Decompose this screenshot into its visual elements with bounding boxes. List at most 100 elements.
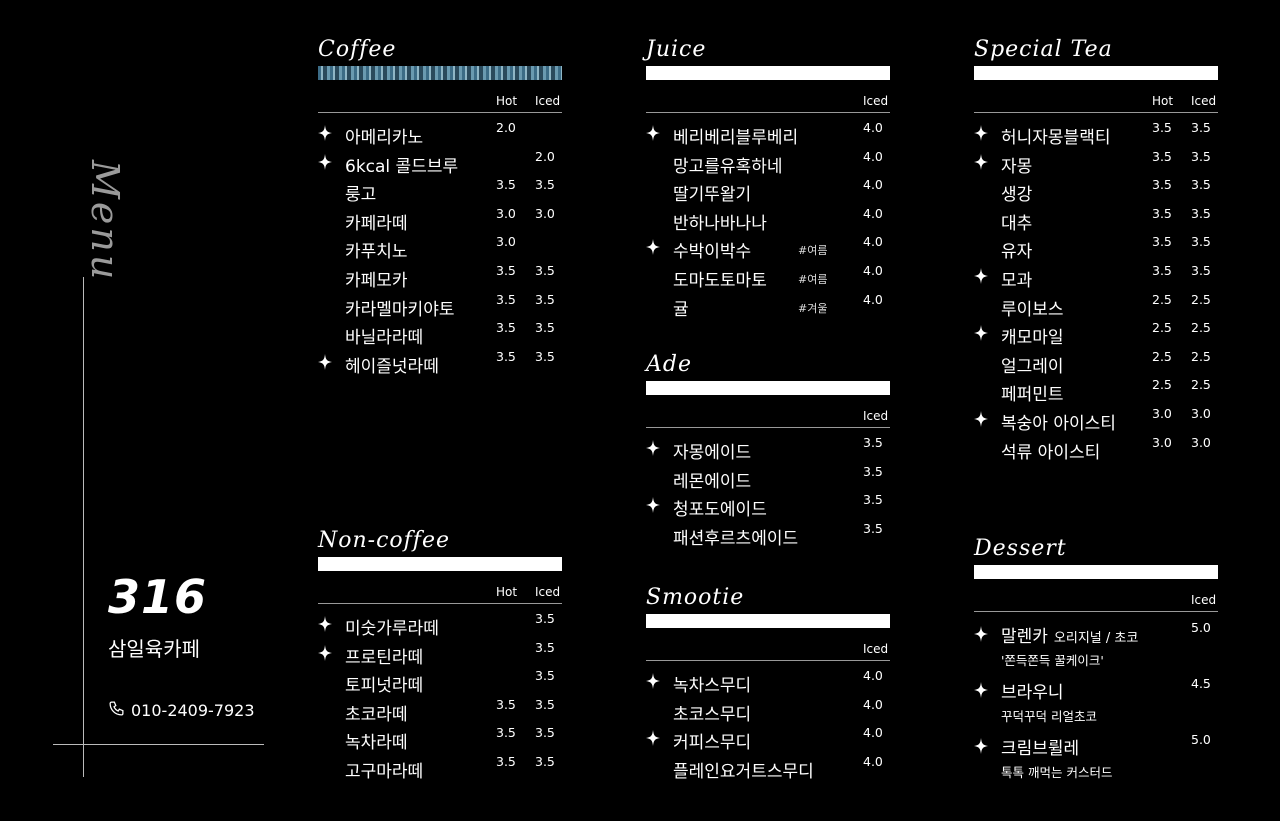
dessert-item-row: 크림브륄레 톡톡 깨먹는 커스터드 5.0 <box>974 732 1218 788</box>
section-coffee: Coffee Hot Iced 아메리카노 2.0 6kcal 콜드브루 2.0 룽고 3… <box>318 36 562 378</box>
hot-price: 3.0 <box>496 234 516 250</box>
item-name: 아메리카노 <box>345 128 424 148</box>
brand-number: 316 <box>108 570 208 624</box>
hot-price: 3.5 <box>496 291 516 307</box>
item-tag: #여름 <box>798 244 828 258</box>
iced-header: Iced <box>863 94 889 108</box>
item-list: 녹차스무디 4.0 초코스무디 4.0 커피스무디 4.0 플레인요거트스무디 4.0 <box>646 668 890 783</box>
iced-price: 3.5 <box>863 435 883 450</box>
hot-price: 3.5 <box>496 753 516 769</box>
column-header: Iced <box>646 628 890 661</box>
menu-item-row: 페퍼민트 2.5 2.5 <box>974 377 1218 407</box>
star-icon <box>974 153 988 170</box>
iced-price: 2.5 <box>1191 348 1211 364</box>
menu-item-row: 녹차라떼 3.5 3.5 <box>318 725 562 755</box>
iced-price: 4.0 <box>863 668 883 683</box>
menu-item-row: 청포도에이드 3.5 <box>646 492 890 522</box>
column-header: Hot Iced <box>974 80 1218 113</box>
item-name: 대추 <box>1001 213 1033 234</box>
menu-item-row: 귤 #겨울 4.0 <box>646 292 890 322</box>
iced-price: 3.5 <box>1191 148 1211 164</box>
iced-price: 4.0 <box>863 177 883 193</box>
item-name: 수박이박수 <box>673 242 752 263</box>
menu-item-row: 석류 아이스티 3.0 3.0 <box>974 435 1218 465</box>
item-name: 바닐라라떼 <box>345 328 424 349</box>
menu-item-row: 고구마라떼 3.5 3.5 <box>318 753 562 784</box>
iced-price: 3.5 <box>863 463 883 479</box>
menu-item-row: 반하나바나나 4.0 <box>646 206 890 236</box>
iced-price: 3.5 <box>1191 205 1211 221</box>
hot-price: 3.5 <box>1152 177 1172 193</box>
item-name: 카페모카 <box>345 270 408 291</box>
iced-price: 3.5 <box>535 291 555 307</box>
menu-item-row: 패션후르츠에이드 3.5 <box>646 521 890 551</box>
item-name: 얼그레이 <box>1001 356 1064 377</box>
star-icon <box>974 267 988 284</box>
section-bar <box>646 381 890 395</box>
hot-price: 2.5 <box>1152 320 1172 336</box>
item-name: 녹차라떼 <box>345 733 408 754</box>
iced-price: 3.5 <box>535 611 555 626</box>
menu-item-row: 복숭아 아이스티 3.0 3.0 <box>974 405 1218 436</box>
iced-price: 4.0 <box>863 148 883 164</box>
item-list: 미숫가루라떼 3.5 프로틴라떼 3.5 토피넛라떼 3.5 초코라떼 3.5 3.5 녹차라떼 3… <box>318 611 562 784</box>
menu-item-row: 초코스무디 4.0 <box>646 697 890 727</box>
column-header: Hot Iced <box>318 80 562 113</box>
item-title: 말렌카 <box>1001 627 1048 647</box>
item-name: 유자 <box>1001 242 1033 263</box>
iced-price: 3.5 <box>863 492 883 508</box>
iced-price: 3.5 <box>535 639 555 655</box>
item-name: 커피스무디 <box>673 733 752 754</box>
menu-item-row: 바닐라라떼 3.5 3.5 <box>318 320 562 350</box>
iced-price: 4.0 <box>863 753 883 769</box>
item-tag: #겨울 <box>798 301 828 315</box>
item-name: 카푸치노 <box>345 242 408 263</box>
menu-item-row: 딸기뚜왈기 4.0 <box>646 177 890 207</box>
menu-item-row: 카라멜마키야토 3.5 3.5 <box>318 291 562 322</box>
iced-price: 3.5 <box>535 348 555 364</box>
item-list: 베리베리블루베리 4.0 망고를유혹하네 4.0 딸기뚜왈기 4.0 반하나바나나 4.0 수박… <box>646 120 890 322</box>
menu-item-row: 6kcal 콜드브루 2.0 <box>318 148 562 179</box>
hot-price: 3.5 <box>1152 148 1172 164</box>
item-name: 자몽 <box>1001 156 1033 177</box>
iced-price: 3.5 <box>535 668 555 684</box>
iced-price: 4.0 <box>863 725 883 741</box>
iced-price: 3.0 <box>535 205 555 221</box>
star-icon <box>974 682 988 698</box>
item-name: 카페라떼 <box>345 213 408 234</box>
menu-item-row: 레몬에이드 3.5 <box>646 463 890 494</box>
hot-header: Hot <box>1152 94 1174 108</box>
iced-price: 3.5 <box>535 177 555 193</box>
price: 5.0 <box>1191 732 1211 747</box>
iced-header: Iced <box>1191 94 1217 108</box>
item-tag: #여름 <box>798 272 828 286</box>
iced-price: 2.0 <box>535 148 555 164</box>
item-name: 생강 <box>1001 185 1033 206</box>
section-bar <box>974 66 1218 80</box>
menu-item-row: 모과 3.5 3.5 <box>974 263 1218 293</box>
item-name: 초코스무디 <box>673 704 752 725</box>
item-name: 브라우니 <box>1001 678 1064 703</box>
iced-price: 3.5 <box>535 725 555 741</box>
menu-item-row: 자몽 3.5 3.5 <box>974 148 1218 179</box>
section-title: Special Tea <box>974 37 1113 62</box>
item-name: 레몬에이드 <box>673 471 752 492</box>
iced-price: 3.0 <box>1191 405 1211 421</box>
item-name: 귤 <box>673 299 689 320</box>
menu-item-row: 카푸치노 3.0 <box>318 234 562 264</box>
price: 4.5 <box>1191 676 1211 691</box>
hot-price: 3.5 <box>496 320 516 336</box>
iced-price: 2.5 <box>1191 291 1211 307</box>
iced-price: 3.5 <box>1191 120 1211 135</box>
divider-horizontal <box>53 744 264 745</box>
item-name: 망고를유혹하네 <box>673 156 783 177</box>
section-bar <box>974 565 1218 579</box>
iced-header: Iced <box>535 94 561 108</box>
section-bar <box>318 557 562 571</box>
star-icon <box>318 153 332 170</box>
star-icon <box>974 626 988 642</box>
iced-price: 4.0 <box>863 234 883 250</box>
star-icon <box>646 239 660 256</box>
section-title: Ade <box>646 352 692 377</box>
star-icon <box>974 410 988 427</box>
